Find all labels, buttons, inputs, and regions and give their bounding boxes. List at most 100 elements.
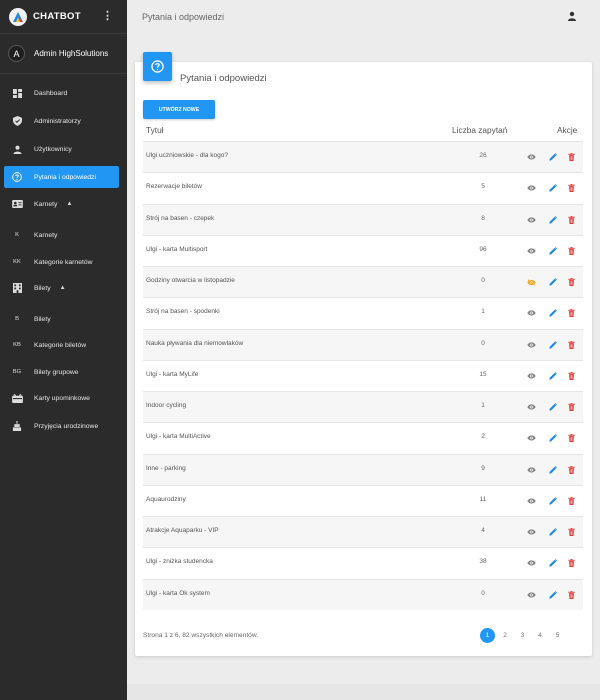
eye-icon[interactable] [526,465,536,475]
table-row: Ulgi - karta MultiActive 2 [143,422,583,453]
create-new-button[interactable]: UTWÓRZ NOWE [143,100,215,119]
eye-icon[interactable] [526,402,536,412]
delete-icon[interactable] [566,215,576,225]
edit-icon[interactable] [548,215,558,225]
row-count: 8 [481,214,485,222]
column-header-count[interactable]: Liczba zapytań [452,125,507,135]
delete-icon[interactable] [566,277,576,287]
sidebar-item-label: Kategorie karnetów [34,258,93,266]
shield-icon [10,116,24,126]
table-row: Ulgi - karta MyLife 15 [143,359,583,391]
logo-icon [9,7,27,26]
delete-icon[interactable] [566,590,576,600]
edit-icon[interactable] [548,308,558,318]
delete-icon[interactable] [566,246,576,256]
page-button-5[interactable]: 5 [550,628,565,643]
column-header-title[interactable]: Tytuł [146,125,164,135]
row-title: Ulgi - karta Ok system [146,589,210,597]
eye-icon[interactable] [526,215,536,225]
row-count: 15 [479,370,487,378]
page-button-1[interactable]: 1 [480,628,495,643]
sidebar-item-label: Bilety [34,284,51,292]
sidebar-item-kategorie-biletów-sub[interactable]: KB Kategorie biletów [4,334,119,356]
edit-icon[interactable] [548,527,558,537]
sidebar-item-label: Bilety grupowe [34,368,79,376]
edit-icon[interactable] [548,183,558,193]
eye-icon[interactable] [526,152,536,162]
eye-icon[interactable] [526,246,536,256]
eye-icon[interactable] [526,371,536,381]
sidebar-item-karty-upominkowe[interactable]: Karty upominkowe [4,387,119,409]
sidebar-item-label: Bilety [34,315,51,323]
eye-icon[interactable] [526,558,536,568]
eye-off-icon[interactable] [526,277,536,287]
delete-icon[interactable] [566,527,576,537]
edit-icon[interactable] [548,371,558,381]
sidebar-item-dashboard[interactable]: Dashboard [4,82,119,104]
delete-icon[interactable] [566,402,576,412]
sidebar-item-przyjęcia-urodzinowe[interactable]: Przyjęcia urodzinowe [4,415,119,437]
edit-icon[interactable] [548,152,558,162]
delete-icon[interactable] [566,183,576,193]
edit-icon[interactable] [548,246,558,256]
account-icon[interactable] [567,11,577,21]
sidebar-item-bilety[interactable]: Bilety ▲ [4,277,119,299]
delete-icon[interactable] [566,465,576,475]
page-button-2[interactable]: 2 [498,628,513,643]
eye-icon[interactable] [526,527,536,537]
eye-icon[interactable] [526,433,536,443]
row-title: Strój na basen - czepek [146,214,215,222]
edit-icon[interactable] [548,465,558,475]
edit-icon[interactable] [548,496,558,506]
more-vert-icon[interactable]: ⋮ [102,11,113,22]
sidebar-item-pytania-i-odpowiedzi[interactable]: Pytania i odpowiedzi [4,166,119,188]
row-title: Atrakcje Aquaparku - VIP [146,527,219,534]
sidebar-item-kategorie-karnetów-sub[interactable]: KK Kategorie karnetów [4,251,119,273]
page-button-4[interactable]: 4 [533,628,548,643]
delete-icon[interactable] [566,496,576,506]
delete-icon[interactable] [566,308,576,318]
sidebar-item-bilety-grupowe-sub[interactable]: BG Bilety grupowe [4,361,119,383]
edit-icon[interactable] [548,590,558,600]
sidebar-item-karnety-sub[interactable]: K Karnety [4,224,119,246]
table-row: Rezerwacje biletów 5 [143,172,583,203]
card-title: Pytania i odpowiedzi [180,73,267,84]
user-panel[interactable]: A Admin HighSolutions [0,34,127,74]
qa-card: Pytania i odpowiedzi UTWÓRZ NOWE Tytuł L… [135,52,592,656]
sidebar-item-karnety[interactable]: Karnety ▲ [4,193,119,215]
chevron-up-icon[interactable]: ▲ [60,285,66,291]
table-row: Indoor cycling 1 [143,391,583,422]
row-count: 4 [481,527,485,534]
sidebar-item-bilety-sub[interactable]: B Bilety [4,308,119,330]
sidebar-item-label: Karty upominkowe [34,394,90,402]
delete-icon[interactable] [566,152,576,162]
eye-icon[interactable] [526,496,536,506]
dashboard-icon [10,88,24,98]
edit-icon[interactable] [548,558,558,568]
sidebar-item-użytkownicy[interactable]: Użytkownicy [4,138,119,160]
sidebar-item-abbr: KK [13,259,21,265]
chevron-up-icon[interactable]: ▲ [66,201,72,207]
table-row: Nauka pływania dla niemowlaków 0 [143,328,583,360]
edit-icon[interactable] [548,277,558,287]
eye-icon[interactable] [526,308,536,318]
sidebar-item-label: Pytania i odpowiedzi [34,173,96,181]
table-row: Ulgi - karta Multisport 96 [143,234,583,266]
eye-icon[interactable] [526,340,536,350]
edit-icon[interactable] [548,340,558,350]
sidebar-item-label: Użytkownicy [34,145,72,153]
card-icon [10,200,24,208]
eye-icon[interactable] [526,590,536,600]
table-row: Ulgi - karta Ok system 0 [143,578,583,610]
delete-icon[interactable] [566,340,576,350]
sidebar-item-administratorzy[interactable]: Administratorzy [4,110,119,132]
row-count: 0 [481,589,485,597]
edit-icon[interactable] [548,433,558,443]
delete-icon[interactable] [566,433,576,443]
delete-icon[interactable] [566,558,576,568]
delete-icon[interactable] [566,371,576,381]
page-button-3[interactable]: 3 [515,628,530,643]
edit-icon[interactable] [548,402,558,412]
eye-icon[interactable] [526,183,536,193]
help-circle-icon [10,172,24,182]
